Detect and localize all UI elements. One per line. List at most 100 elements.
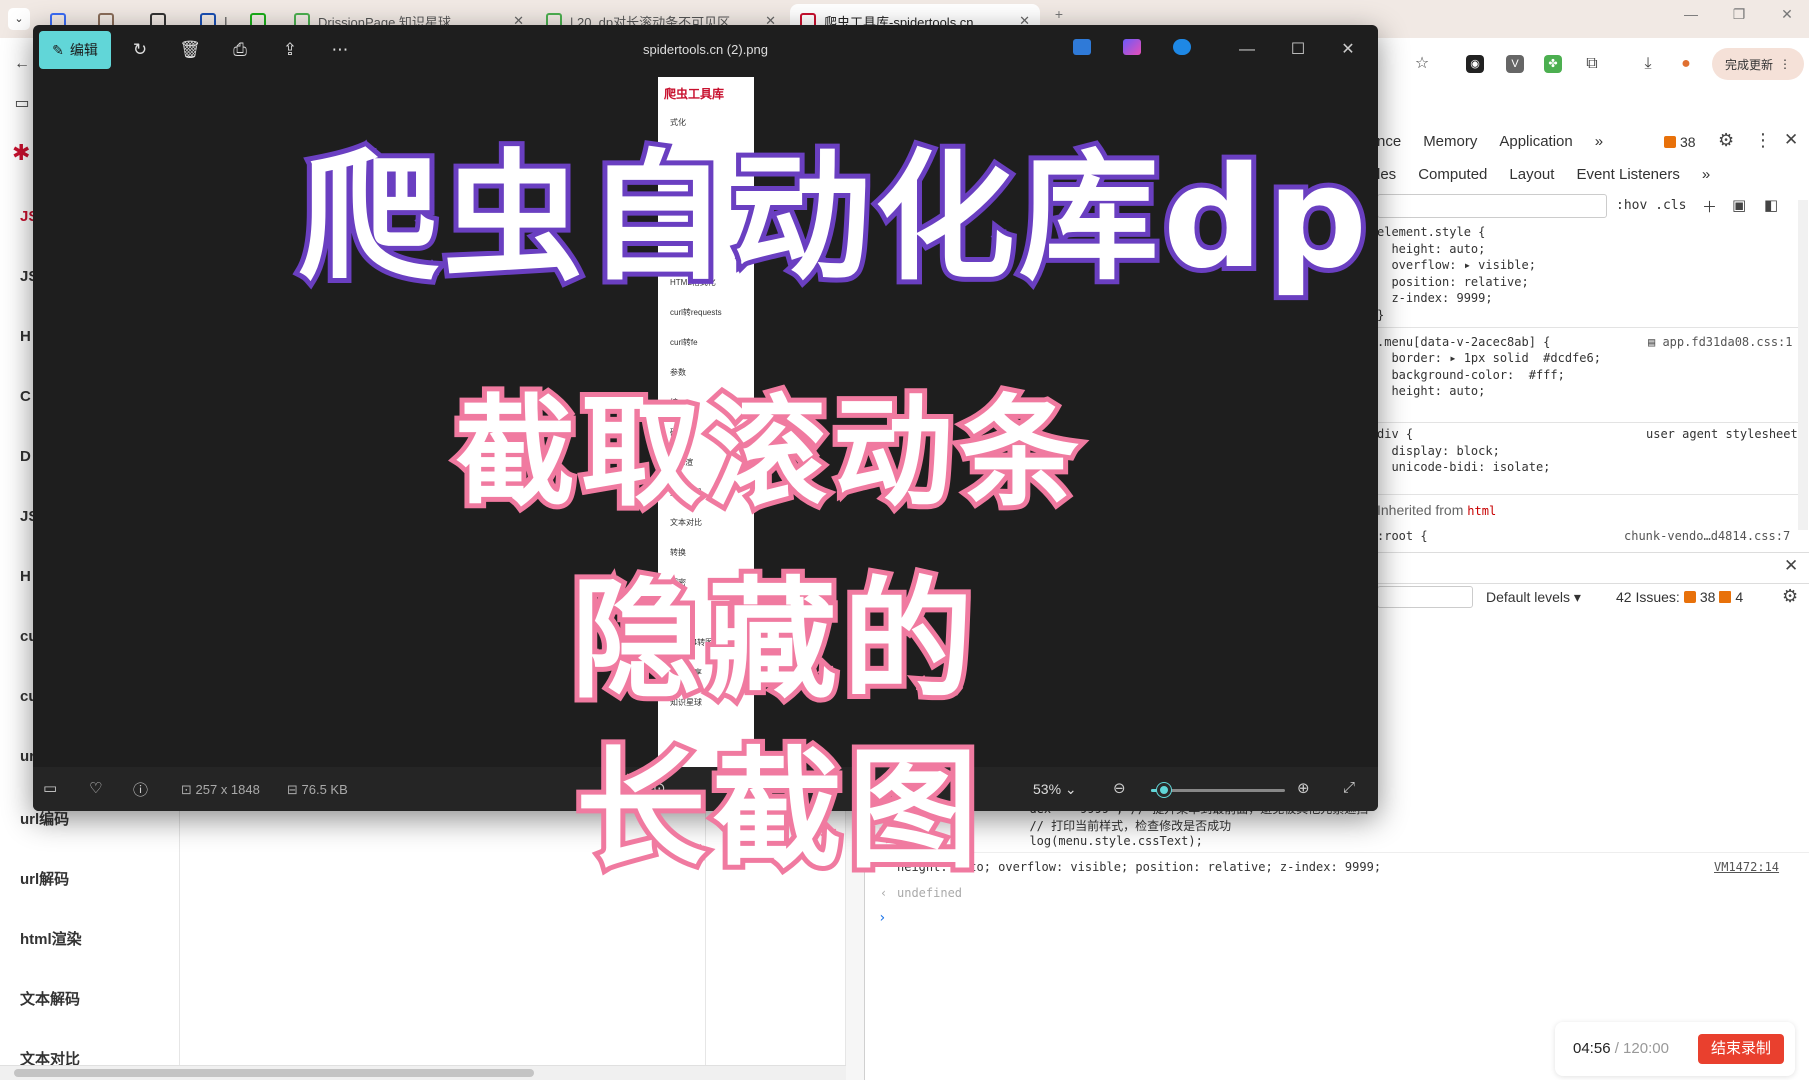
css-declaration: height: auto;: [1377, 384, 1486, 398]
issue-flag-icon: [1683, 591, 1696, 603]
sidebar-nav-item[interactable]: 文本解码: [20, 988, 80, 1009]
styles-subtab[interactable]: Computed: [1418, 166, 1487, 183]
extensions-icon[interactable]: ⧉: [1578, 50, 1606, 78]
favorite-heart-icon[interactable]: ♡: [89, 779, 102, 797]
caption-line-2: 截取滚动条: [450, 379, 1085, 528]
close-window-icon[interactable]: ✕: [1772, 6, 1802, 23]
css-declaration: }: [1377, 307, 1385, 322]
profile-avatar-icon[interactable]: ●: [1672, 50, 1700, 78]
zoom-out-icon[interactable]: ⊖: [1113, 779, 1126, 797]
console-code-line: // 打印当前样式，检查修改是否成功: [1015, 819, 1232, 833]
devtools-menu-icon[interactable]: ⋮: [1754, 130, 1772, 151]
bookmark-star-icon[interactable]: ☆: [1408, 50, 1436, 78]
sidebar-nav-item[interactable]: D: [20, 448, 31, 465]
console-issues-summary[interactable]: 42 Issues: 38 4: [1616, 589, 1743, 605]
root-rule-source-link[interactable]: chunk-vendo…d4814.css:7: [1624, 529, 1790, 543]
vm-source-link[interactable]: VM1472:14: [1714, 860, 1779, 874]
sidebar-nav-item[interactable]: html渲染: [20, 928, 82, 949]
onedrive-cloud-icon[interactable]: [1173, 39, 1191, 55]
extension-v-icon[interactable]: V: [1506, 55, 1524, 73]
zoom-slider-knob[interactable]: [1157, 783, 1172, 797]
inherited-from-label: Inherited from html: [1377, 502, 1497, 518]
menu-rule-body: border: ▸ 1px solid #dcdfe6; background-…: [1377, 350, 1601, 400]
console-filter-input[interactable]: [1377, 586, 1473, 608]
page-horizontal-scrollbar[interactable]: [0, 1065, 846, 1080]
devtools-close-icon[interactable]: ✕: [1784, 130, 1798, 150]
sidebar-nav-item[interactable]: url编码: [20, 808, 69, 829]
menu-rule-selector: .menu[data-v-2acec8ab] {: [1377, 335, 1551, 349]
devtools-settings-icon[interactable]: ⚙: [1718, 130, 1734, 151]
ua-stylesheet-label: user agent stylesheet: [1646, 427, 1798, 441]
sidebar-nav-item[interactable]: C: [20, 388, 31, 405]
scrollbar-thumb[interactable]: [14, 1069, 534, 1077]
filmstrip-icon[interactable]: ▭: [43, 779, 57, 797]
site-logo-icon: ✱: [12, 140, 31, 165]
save-size-icon: ⊟: [287, 782, 302, 797]
root-rule-selector: :root {: [1377, 529, 1428, 543]
zoom-in-icon[interactable]: ⊕: [1297, 779, 1310, 797]
extension-puzzle-green-icon[interactable]: ✤: [1544, 55, 1562, 73]
console-code-line: log(menu.style.cssText);: [1015, 834, 1203, 848]
back-icon[interactable]: ←: [8, 50, 36, 78]
issue-flag-icon: [1664, 136, 1676, 148]
caption-title: 爬虫自动化库dp: [294, 132, 1372, 305]
dimension-icon: ⊡: [181, 782, 196, 797]
strip-logo: 爬虫工具库: [664, 87, 725, 101]
console-settings-icon[interactable]: ⚙: [1782, 586, 1798, 607]
minimize-window-icon[interactable]: —: [1676, 6, 1706, 22]
strip-menu-item: curl转fe: [670, 338, 698, 347]
issues-count-badge[interactable]: 38: [1660, 134, 1696, 150]
recording-timer: 04:56 / 120:00: [1573, 1040, 1669, 1057]
css-declaration: div {: [1377, 427, 1414, 441]
css-declaration: background-color: #fff;: [1377, 367, 1565, 382]
folder-icon[interactable]: ▭: [8, 90, 36, 118]
devtools-tab[interactable]: Memory: [1423, 133, 1477, 150]
stop-recording-button[interactable]: 结束录制: [1698, 1034, 1784, 1064]
rule-divider: [1377, 494, 1799, 495]
styles-subtab[interactable]: »: [1702, 166, 1710, 183]
ua-rule-body: div { display: block; unicode-bidi: isol…: [1377, 426, 1550, 476]
styles-subtab[interactable]: Event Listeners: [1576, 166, 1679, 183]
clipchamp-icon[interactable]: [1123, 39, 1141, 55]
new-style-rule-icon[interactable]: ＋: [1702, 196, 1717, 217]
drawer-close-icon[interactable]: ✕: [1784, 556, 1798, 576]
extension-icon[interactable]: ◉: [1466, 55, 1484, 73]
styles-scrollbar[interactable]: [1798, 200, 1808, 530]
fullscreen-icon[interactable]: ⤢: [1343, 779, 1355, 796]
styles-subtab[interactable]: Layout: [1509, 166, 1554, 183]
zoom-slider[interactable]: [1151, 783, 1285, 797]
viewer-close-icon[interactable]: ✕: [1334, 37, 1362, 63]
rule-source-link[interactable]: ▤ app.fd31da08.css:1: [1648, 335, 1793, 349]
viewer-minimize-icon[interactable]: —: [1233, 37, 1261, 63]
new-tab-icon[interactable]: +: [1044, 6, 1074, 22]
css-declaration: border: ▸ 1px solid #dcdfe6;: [1377, 351, 1601, 365]
file-size: ⊟ 76.5 KB: [287, 782, 348, 797]
hov-cls-toggle[interactable]: :hov .cls: [1616, 198, 1686, 213]
devtools-tab[interactable]: Application: [1499, 133, 1572, 150]
issue-info-icon: [1719, 591, 1732, 603]
tab-list-dropdown[interactable]: ⌄: [8, 8, 30, 30]
css-declaration: unicode-bidi: isolate;: [1377, 460, 1551, 474]
sidebar-nav-item[interactable]: url解码: [20, 868, 69, 889]
styles-subtabs: les Computed Layout Event Listeners»: [1377, 160, 1710, 188]
log-levels-dropdown[interactable]: Default levels ▾: [1486, 589, 1581, 606]
image-dimensions: ⊡ 257 x 1848: [181, 782, 260, 797]
toggle-sidebar-icon[interactable]: ◧: [1764, 196, 1778, 214]
caption-line-4: 长截图: [571, 729, 984, 891]
download-icon[interactable]: ⤓: [1634, 50, 1662, 78]
info-icon[interactable]: ⓘ: [133, 779, 148, 800]
caption-line-3: 隐藏的: [566, 559, 979, 721]
console-prompt[interactable]: ›: [878, 910, 886, 926]
restore-window-icon[interactable]: ❐: [1724, 6, 1754, 23]
rule-divider: [1377, 327, 1799, 328]
inherited-tag[interactable]: html: [1467, 504, 1496, 518]
devtools-tab[interactable]: »: [1595, 133, 1603, 150]
update-button[interactable]: 完成更新 ⋮: [1712, 48, 1804, 80]
sidebar-nav-item[interactable]: H: [20, 328, 31, 345]
sidebar-nav-item[interactable]: H: [20, 568, 31, 585]
paint-brush-icon[interactable]: ▣: [1732, 196, 1746, 214]
strip-menu-item: curl转requests: [670, 308, 722, 317]
viewer-maximize-icon[interactable]: ☐: [1284, 37, 1312, 63]
photos-app-icon[interactable]: [1073, 39, 1091, 55]
rule-divider: [1377, 422, 1799, 423]
